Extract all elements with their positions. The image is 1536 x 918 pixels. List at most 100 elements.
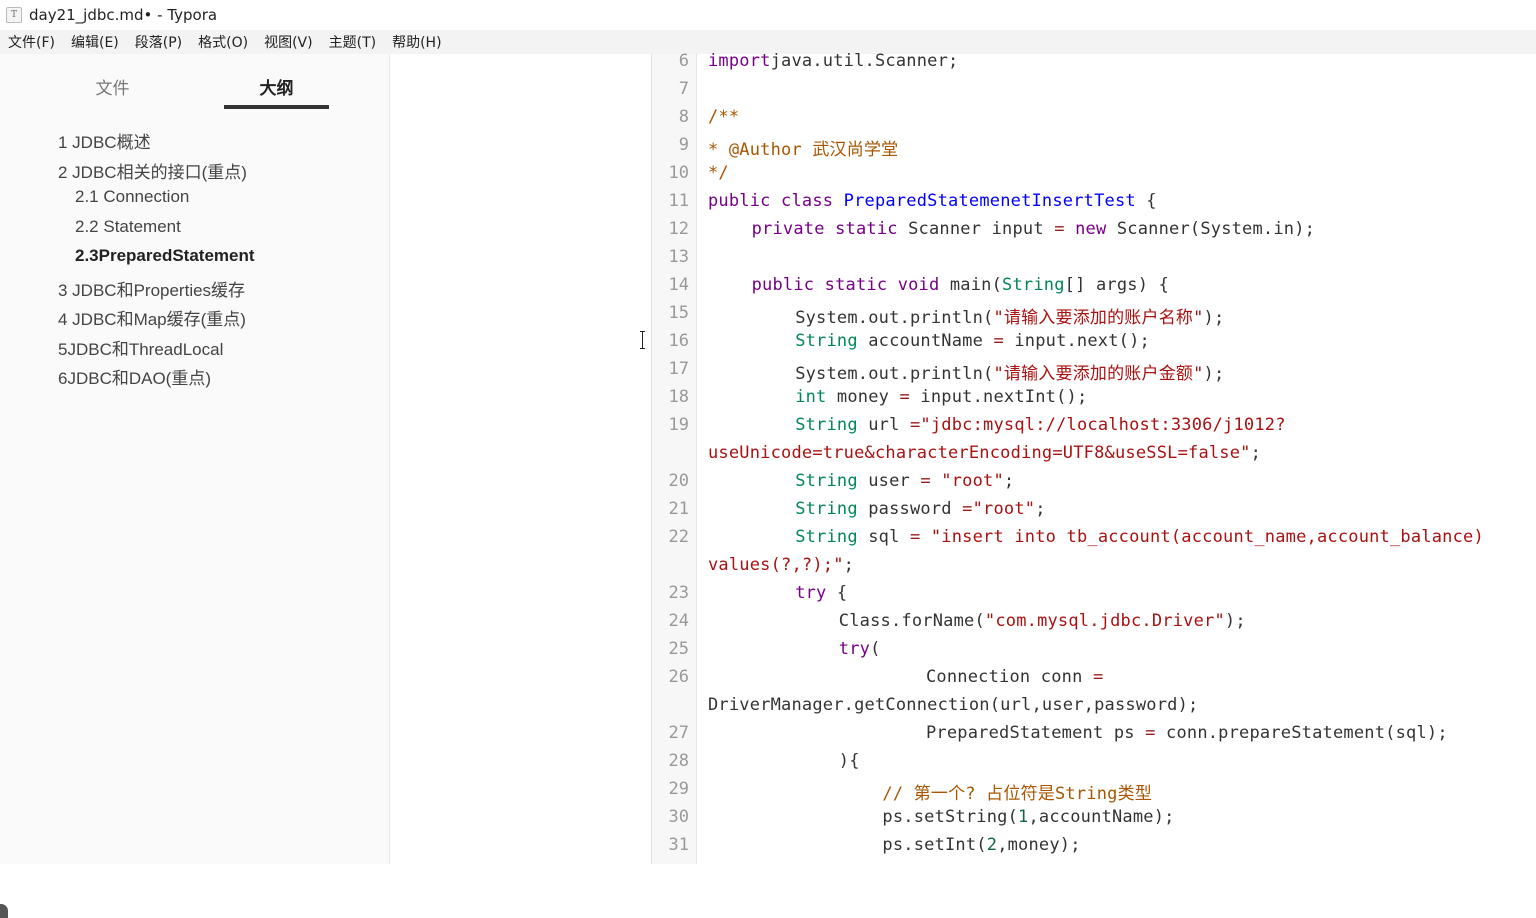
code-token: System.out.println(: [795, 308, 994, 328]
title-bar: T day21_jdbc.md• - Typora: [0, 0, 1536, 30]
code-line: // 第一个? 占位符是String类型: [882, 779, 1152, 804]
code-token: "请输入要添加的账户名称": [993, 308, 1204, 328]
code-token: Scanner input: [897, 219, 1055, 239]
code-line: String sql = "insert into tb_account(acc…: [795, 527, 1484, 547]
code-line: System.out.println("请输入要添加的账户金额");: [795, 359, 1224, 384]
code-line: String url ="jdbc:mysql://localhost:3306…: [795, 415, 1285, 435]
code-token: String: [795, 415, 858, 435]
outline-item[interactable]: 2.2 Statement: [75, 217, 181, 237]
code-token: "jdbc:mysql://localhost:3306/j1012?: [920, 415, 1286, 435]
code-token: try: [795, 583, 827, 603]
code-token: Scanner(System.in);: [1106, 219, 1316, 239]
code-token: ,money);: [997, 835, 1081, 855]
code-line: String accountName = input.next();: [795, 331, 1150, 351]
code-line: PreparedStatement ps = conn.prepareState…: [926, 723, 1448, 743]
code-token: String: [1002, 275, 1065, 295]
code-token: input.next();: [1003, 331, 1150, 351]
line-number: 18: [668, 387, 689, 407]
line-number: 20: [668, 471, 689, 491]
code-token: ,accountName);: [1028, 807, 1175, 827]
line-number: 19: [668, 415, 689, 435]
line-number: 8: [678, 107, 689, 127]
line-number: 21: [668, 499, 689, 519]
code-token: input.nextInt();: [909, 387, 1088, 407]
code-token: );: [1203, 364, 1225, 384]
code-line: String password ="root";: [795, 499, 1045, 519]
code-token: PreparedStatemenetInsertTest: [843, 191, 1136, 211]
code-line: ps.setString(1,accountName);: [882, 807, 1174, 827]
tab-files[interactable]: 文件: [60, 74, 165, 99]
code-token: static: [835, 219, 898, 239]
line-number: 22: [668, 527, 689, 547]
line-number: 30: [668, 807, 689, 827]
code-token: String: [795, 527, 858, 547]
text-cursor-icon: [640, 331, 645, 349]
sidebar-toggle-handle[interactable]: [0, 904, 8, 918]
line-number: 17: [668, 359, 689, 379]
code-line: DriverManager.getConnection(url,user,pas…: [708, 695, 1198, 715]
line-number: 26: [668, 667, 689, 687]
code-line: try(: [839, 639, 881, 659]
code-token: String: [795, 331, 858, 351]
outline-item[interactable]: 5JDBC和ThreadLocal: [58, 335, 223, 360]
code-token: ;: [1035, 499, 1046, 519]
code-token: DriverManager.getConnection(url,user,pas…: [708, 695, 1199, 715]
code-line: public static void main(String[] args) {: [752, 275, 1169, 295]
code-token: sql: [857, 527, 910, 547]
menu-file[interactable]: 文件(F): [0, 32, 63, 52]
code-token: ;: [1250, 443, 1262, 463]
outline-item[interactable]: 2.1 Connection: [75, 187, 189, 207]
menu-help[interactable]: 帮助(H): [384, 32, 449, 52]
code-token: java.util.Scanner;: [770, 51, 959, 71]
menu-view[interactable]: 视图(V): [256, 32, 321, 52]
code-token: new: [1075, 219, 1107, 239]
code-line: ){: [839, 751, 860, 771]
outline-item[interactable]: 1 JDBC概述: [58, 128, 151, 153]
code-token: private: [751, 219, 825, 239]
window-title: day21_jdbc.md• - Typora: [29, 6, 218, 24]
code-token: import: [708, 51, 771, 71]
code-token: conn.prepareStatement(sql);: [1155, 723, 1448, 743]
code-line: useUnicode=true&characterEncoding=UTF8&u…: [708, 443, 1261, 463]
code-line: /**: [708, 107, 739, 127]
line-number: 27: [668, 723, 689, 743]
code-line: try {: [795, 583, 847, 603]
code-token: /**: [708, 107, 740, 127]
code-line: private static Scanner input = new Scann…: [752, 219, 1316, 239]
outline-item[interactable]: 3 JDBC和Properties缓存: [58, 276, 245, 301]
code-token: =: [1092, 667, 1104, 687]
outline-item[interactable]: 6JDBC和DAO(重点): [58, 364, 211, 389]
outline-item[interactable]: 4 JDBC和Map缓存(重点): [58, 305, 246, 330]
code-token: void: [897, 275, 940, 295]
code-token: "root": [941, 471, 1004, 491]
line-number: 13: [668, 247, 689, 267]
editor-margin[interactable]: [390, 54, 651, 864]
code-token: {: [1135, 191, 1157, 211]
line-number: 25: [668, 639, 689, 659]
code-token: accountName: [857, 331, 994, 351]
line-number: 28: [668, 751, 689, 771]
code-token: );: [1203, 308, 1225, 328]
menu-edit[interactable]: 编辑(E): [63, 32, 127, 52]
menu-format[interactable]: 格式(O): [190, 32, 256, 52]
code-token: url: [857, 415, 910, 435]
outline-item[interactable]: 2 JDBC相关的接口(重点): [58, 158, 247, 183]
tab-outline[interactable]: 大纲: [224, 74, 329, 99]
menu-theme[interactable]: 主题(T): [321, 32, 384, 52]
outline-item[interactable]: 2.3PreparedStatement: [75, 246, 255, 266]
code-token: values(?,?);": [708, 555, 844, 575]
code-token: ){: [838, 751, 860, 771]
code-token: try: [838, 639, 871, 659]
code-token: =: [1145, 723, 1156, 743]
menu-paragraph[interactable]: 段落(P): [127, 32, 190, 52]
code-token: =: [920, 471, 931, 491]
code-token: =: [1054, 219, 1065, 239]
code-token: */: [708, 163, 729, 183]
line-number: 10: [668, 163, 689, 183]
